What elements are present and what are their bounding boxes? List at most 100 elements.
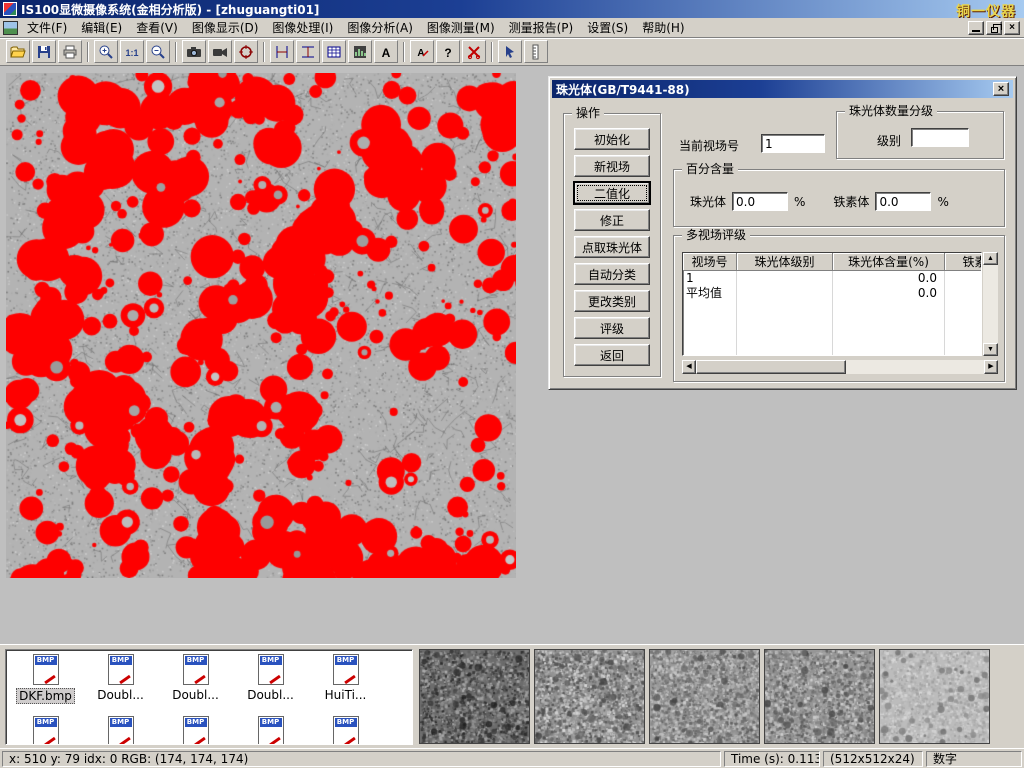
thumbnail-image-2[interactable] xyxy=(534,649,645,744)
op-button[interactable]: 评级 xyxy=(574,317,650,339)
file-item-partial[interactable]: BMP xyxy=(8,716,83,745)
table-cell xyxy=(945,316,982,331)
op-button[interactable]: 修正 xyxy=(574,209,650,231)
grade-input[interactable] xyxy=(911,128,969,147)
dialog-title-bar[interactable]: 珠光体(GB/T9441-88) × xyxy=(552,80,1013,98)
pointer-icon[interactable] xyxy=(498,40,522,63)
camera-icon[interactable] xyxy=(182,40,206,63)
file-item[interactable]: BMPDoubl... xyxy=(233,654,308,704)
menu-item-6[interactable]: 图像分析(A) xyxy=(340,17,420,38)
mdi-close-button[interactable]: × xyxy=(1004,21,1020,35)
print-icon[interactable] xyxy=(58,40,82,63)
grade-legend: 珠光体数量分级 xyxy=(845,104,937,118)
column-header[interactable]: 视场号 xyxy=(683,253,737,271)
caliper-vertical-icon[interactable] xyxy=(270,40,294,63)
file-item[interactable]: BMPDoubl... xyxy=(158,654,233,704)
thumbnail-image-1[interactable] xyxy=(419,649,530,744)
pen-decoration xyxy=(119,737,131,745)
bmp-badge: BMP xyxy=(185,656,207,665)
table-row[interactable] xyxy=(683,301,981,316)
help-icon[interactable]: ? xyxy=(436,40,460,63)
capture-target-icon[interactable] xyxy=(234,40,258,63)
menu-item-9[interactable]: 设置(S) xyxy=(580,17,635,38)
op-button[interactable]: 点取珠光体 xyxy=(574,236,650,258)
zoom-out-icon[interactable] xyxy=(146,40,170,63)
menu-item-10[interactable]: 帮助(H) xyxy=(635,17,691,38)
actual-size-icon[interactable]: 1:1 xyxy=(120,40,144,63)
file-item-partial[interactable]: BMP xyxy=(158,716,233,745)
pearlite-percent-input[interactable] xyxy=(732,192,788,211)
toolbar-separator xyxy=(403,42,405,62)
cut-icon[interactable] xyxy=(462,40,486,63)
menu-item-2[interactable]: 编辑(E) xyxy=(74,17,129,38)
bmp-file-icon: BMP xyxy=(183,716,209,745)
menu-item-7[interactable]: 图像测量(M) xyxy=(420,17,502,38)
scroll-down-button[interactable]: ▼ xyxy=(983,343,998,356)
histogram-icon[interactable] xyxy=(348,40,372,63)
vertical-scrollbar[interactable]: ▲ ▼ xyxy=(983,252,998,356)
column-header[interactable]: 珠光体级别 xyxy=(737,253,833,271)
font-edit-icon[interactable]: A xyxy=(410,40,434,63)
op-button[interactable]: 二值化 xyxy=(574,182,650,204)
grid-table-icon[interactable] xyxy=(322,40,346,63)
current-field-label: 当前视场号 xyxy=(679,137,739,154)
thumbnail-image-4[interactable] xyxy=(764,649,875,744)
scroll-right-button[interactable]: ▶ xyxy=(984,360,998,374)
menu-item-4[interactable]: 图像显示(D) xyxy=(185,17,266,38)
op-button[interactable]: 更改类别 xyxy=(574,290,650,312)
file-item[interactable]: BMPHuiTi... xyxy=(308,654,383,704)
thumbnail-image-5[interactable] xyxy=(879,649,990,744)
svg-text:1:1: 1:1 xyxy=(125,48,138,58)
table-cell xyxy=(737,301,833,316)
text-a-icon[interactable]: A xyxy=(374,40,398,63)
menu-item-3[interactable]: 查看(V) xyxy=(129,17,185,38)
table-row[interactable] xyxy=(683,331,981,346)
op-button[interactable]: 初始化 xyxy=(574,128,650,150)
scroll-up-button[interactable]: ▲ xyxy=(983,252,998,265)
open-folder-icon[interactable] xyxy=(6,40,30,63)
ruler-vertical-icon[interactable] xyxy=(524,40,548,63)
bmp-badge: BMP xyxy=(110,656,132,665)
current-field-input[interactable] xyxy=(761,134,825,153)
file-item[interactable]: BMPDKF.bmp xyxy=(8,654,83,704)
mdi-restore-button[interactable] xyxy=(986,21,1002,35)
table-row[interactable] xyxy=(683,346,981,356)
file-item-partial[interactable]: BMP xyxy=(308,716,383,745)
op-button[interactable]: 自动分类 xyxy=(574,263,650,285)
mdi-minimize-button[interactable] xyxy=(968,21,984,35)
bmp-file-icon: BMP xyxy=(333,716,359,745)
video-camera-icon[interactable] xyxy=(208,40,232,63)
op-button[interactable]: 新视场 xyxy=(574,155,650,177)
menu-item-1[interactable]: 文件(F) xyxy=(20,17,74,38)
file-list[interactable]: BMPDKF.bmpBMPDoubl...BMPDoubl...BMPDoubl… xyxy=(5,649,413,745)
bmp-badge: BMP xyxy=(335,718,357,727)
file-item-partial[interactable]: BMP xyxy=(233,716,308,745)
multi-field-legend: 多视场评级 xyxy=(682,228,750,242)
file-item-partial[interactable]: BMP xyxy=(83,716,158,745)
file-item[interactable]: BMPDoubl... xyxy=(83,654,158,704)
table-cell xyxy=(683,331,737,346)
metallograph-image[interactable] xyxy=(6,73,516,578)
scrollbar-thumb[interactable] xyxy=(696,360,846,374)
file-row-2: BMP BMP BMP BMP BMP xyxy=(8,716,383,745)
menu-item-5[interactable]: 图像处理(I) xyxy=(265,17,340,38)
op-button[interactable]: 返回 xyxy=(574,344,650,366)
dialog-close-button[interactable]: × xyxy=(993,82,1009,96)
thumbnail-image-3[interactable] xyxy=(649,649,760,744)
ferrite-percent-input[interactable] xyxy=(875,192,931,211)
column-header[interactable]: 珠光体含量(%) xyxy=(833,253,945,271)
table-row[interactable]: 平均值0.0 xyxy=(683,286,981,301)
horizontal-scrollbar[interactable]: ◀ ▶ xyxy=(682,360,998,374)
caliper-horizontal-icon[interactable] xyxy=(296,40,320,63)
scroll-left-button[interactable]: ◀ xyxy=(682,360,696,374)
zoom-in-icon[interactable] xyxy=(94,40,118,63)
restore-icon xyxy=(991,27,998,33)
column-header[interactable]: 铁素 xyxy=(945,253,982,271)
menu-item-8[interactable]: 测量报告(P) xyxy=(502,17,581,38)
table-row[interactable]: 10.0 xyxy=(683,271,981,286)
file-name: Doubl... xyxy=(245,688,296,702)
thumbnail-strip xyxy=(419,649,990,744)
bmp-badge: BMP xyxy=(110,718,132,727)
table-row[interactable] xyxy=(683,316,981,331)
save-icon[interactable] xyxy=(32,40,56,63)
